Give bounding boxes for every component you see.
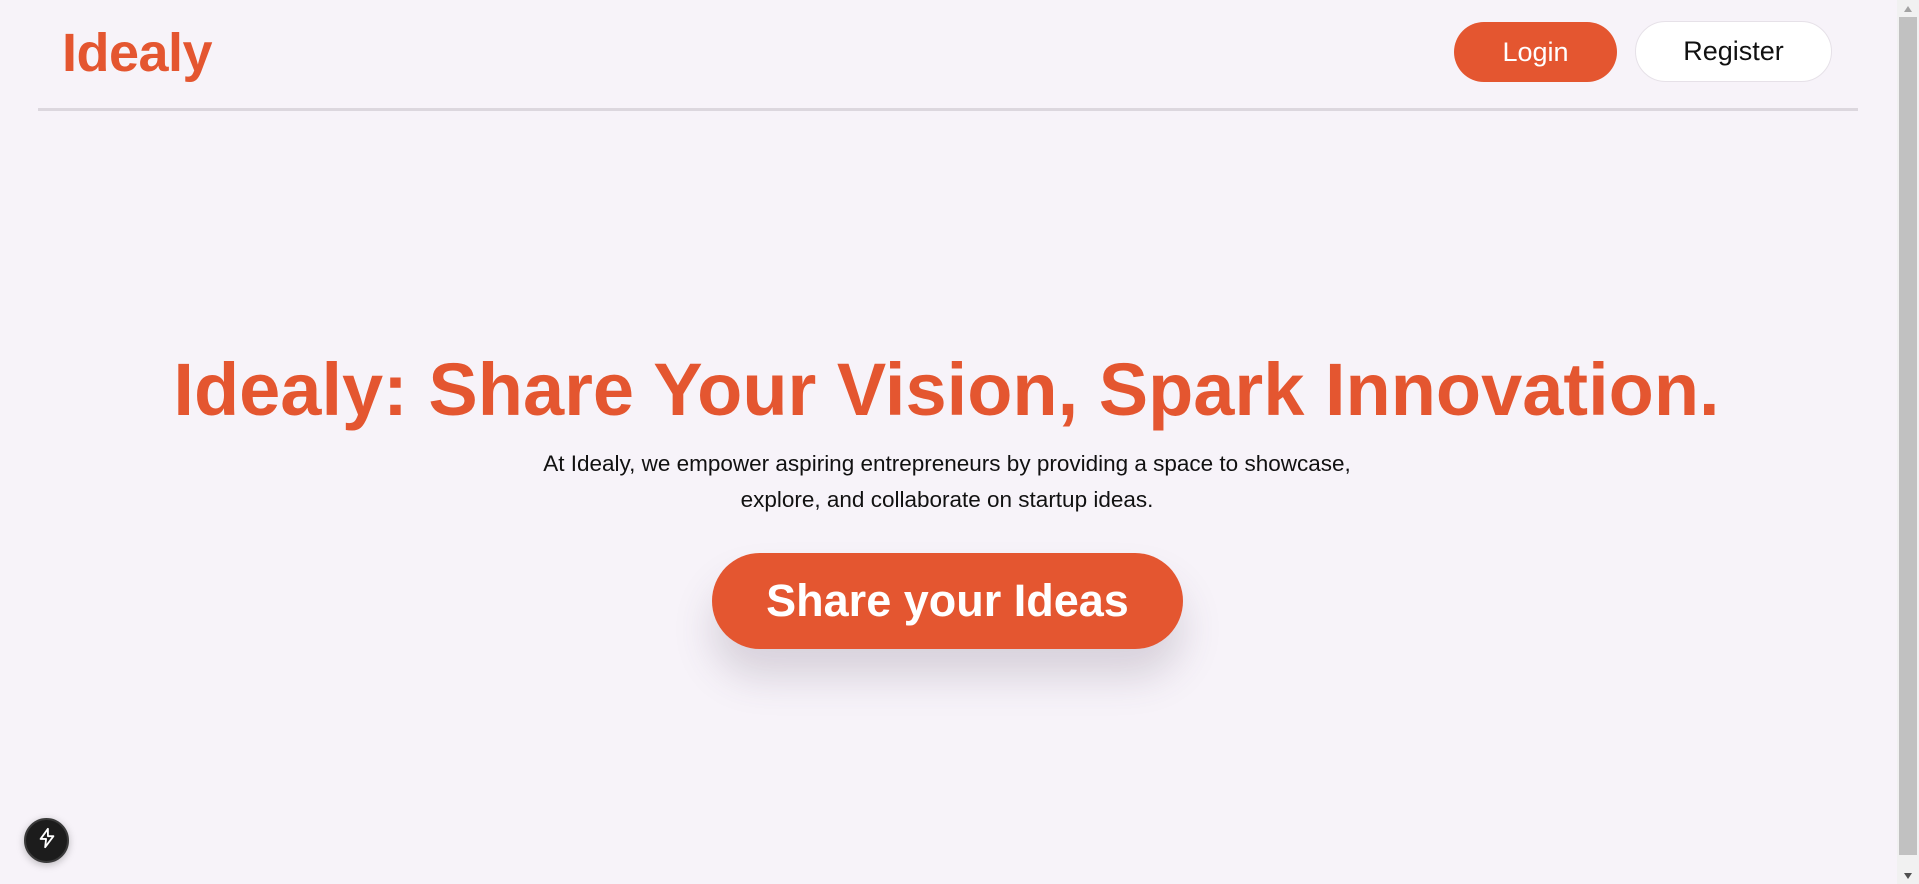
hero-subtitle: At Idealy, we empower aspiring entrepren… bbox=[543, 451, 1351, 512]
login-button[interactable]: Login bbox=[1454, 22, 1617, 82]
page: Idealy Login Register Idealy: Share Your… bbox=[0, 0, 1919, 884]
hero-title: Idealy: Share Your Vision, Spark Innovat… bbox=[173, 348, 1720, 431]
scroll-down-arrow-icon[interactable] bbox=[1897, 867, 1919, 884]
lightning-bolt-icon bbox=[36, 827, 58, 854]
scroll-up-arrow-icon[interactable] bbox=[1897, 0, 1919, 17]
dev-tools-button[interactable] bbox=[24, 818, 69, 863]
share-ideas-button[interactable]: Share your Ideas bbox=[712, 553, 1183, 649]
site-logo[interactable]: Idealy bbox=[62, 22, 213, 84]
register-button[interactable]: Register bbox=[1635, 21, 1832, 82]
vertical-scrollbar[interactable] bbox=[1897, 0, 1919, 884]
site-header: Idealy Login Register bbox=[38, 0, 1858, 111]
scrollbar-thumb[interactable] bbox=[1899, 17, 1917, 855]
